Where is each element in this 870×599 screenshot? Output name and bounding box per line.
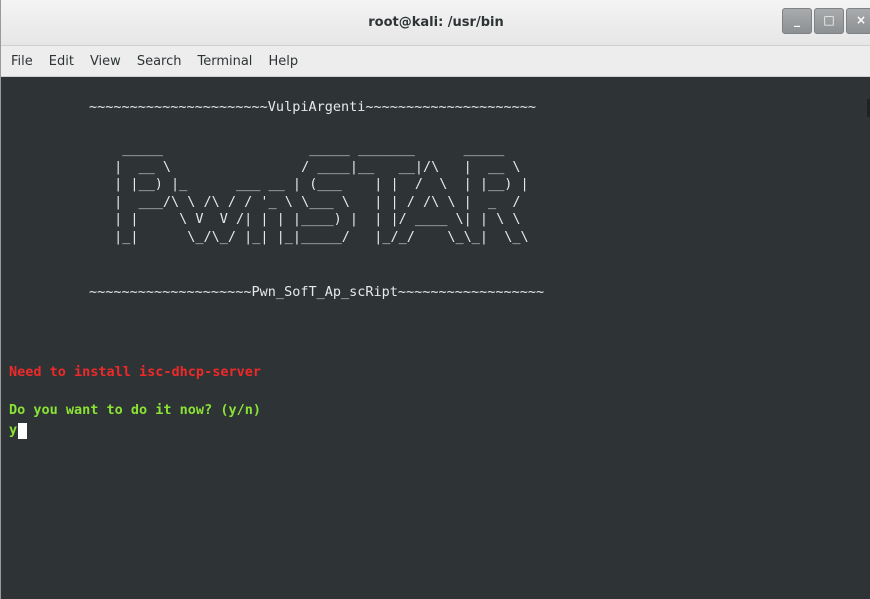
maximize-button[interactable]: □ <box>814 8 844 34</box>
terminal-window: root@kali: /usr/bin _ □ × File Edit View… <box>0 0 870 599</box>
install-prompt: Do you want to do it now? (y/n) <box>9 402 261 418</box>
window-controls: _ □ × <box>782 8 870 34</box>
window-title: root@kali: /usr/bin <box>368 15 504 30</box>
menu-help[interactable]: Help <box>268 54 298 69</box>
text-cursor <box>18 422 28 439</box>
menu-view[interactable]: View <box>90 54 121 69</box>
banner-top: ~~~~~~~~~~~~~~~~~~~~~~VulpiArgenti~~~~~~… <box>89 99 537 115</box>
minimize-button[interactable]: _ <box>782 8 812 34</box>
close-button[interactable]: × <box>846 8 870 34</box>
menu-edit[interactable]: Edit <box>49 54 74 69</box>
input-value: y <box>9 422 18 438</box>
pwnstar-ascii-logo: _____ _____ _______ _____ | __ \ / ____|… <box>114 141 529 245</box>
input-line[interactable]: y <box>9 422 28 439</box>
menu-terminal[interactable]: Terminal <box>197 54 252 69</box>
title-bar[interactable]: root@kali: /usr/bin _ □ × <box>1 0 870 46</box>
menu-bar: File Edit View Search Terminal Help <box>1 46 870 77</box>
menu-search[interactable]: Search <box>137 54 182 69</box>
banner-bottom: ~~~~~~~~~~~~~~~~~~~~Pwn_SofT_Ap_scRipt~~… <box>89 284 545 300</box>
error-message: Need to install isc-dhcp-server <box>9 364 261 380</box>
menu-file[interactable]: File <box>11 54 33 69</box>
terminal-output-area[interactable]: ~~~~~~~~~~~~~~~~~~~~~~VulpiArgenti~~~~~~… <box>9 77 870 599</box>
